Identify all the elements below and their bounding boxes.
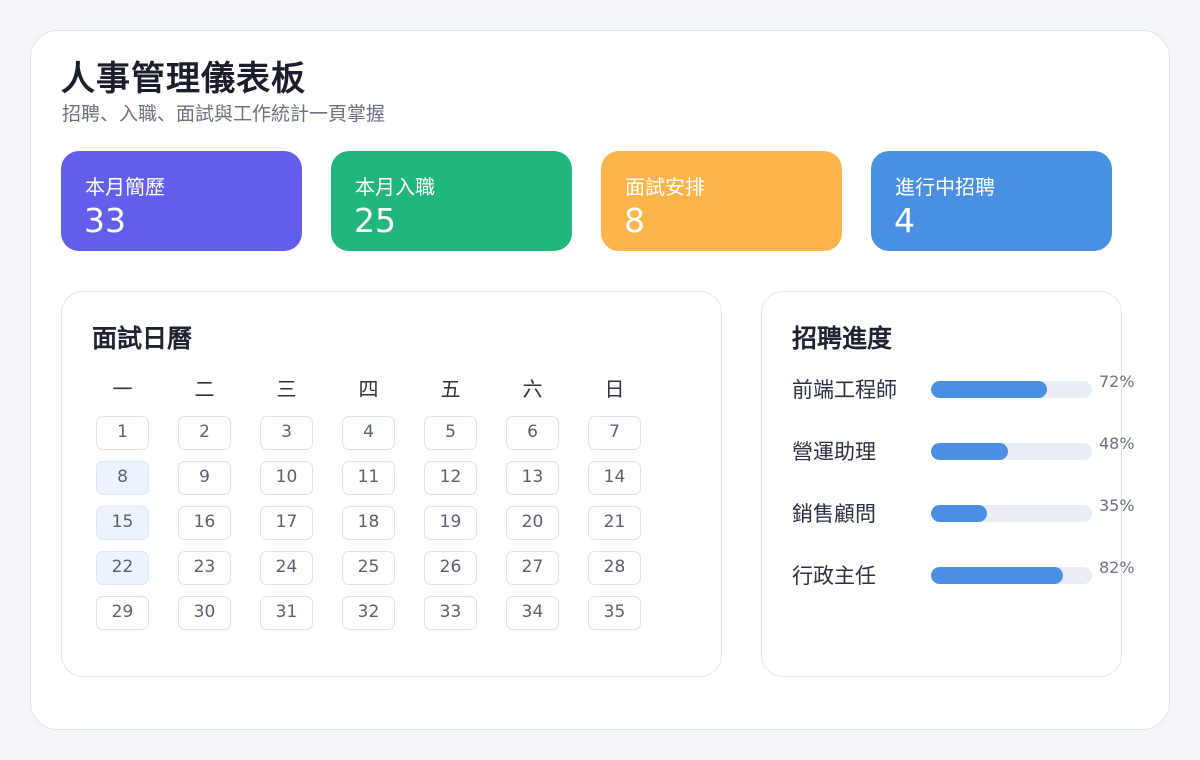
calendar-day[interactable]: 15 [96,506,149,540]
calendar-day[interactable]: 18 [342,506,395,540]
stat-card-resumes[interactable]: 本月簡歷 33 [61,151,302,251]
calendar-day[interactable]: 9 [178,461,231,495]
stat-label: 面試安排 [625,175,705,199]
stat-value: 25 [354,201,396,240]
stat-label: 本月簡歷 [85,175,165,199]
calendar-day[interactable]: 4 [342,416,395,450]
stat-label: 進行中招聘 [895,175,995,199]
job-title: 行政主任 [792,564,876,588]
stat-card-open-positions[interactable]: 進行中招聘 4 [871,151,1112,251]
progress-bar [931,381,1092,398]
calendar-day[interactable]: 10 [260,461,313,495]
calendar-day[interactable]: 30 [178,596,231,630]
calendar-day[interactable]: 34 [506,596,559,630]
interview-calendar-panel: 面試日曆 一二三四五六日 1 2 3 4 5 6 7 8 9 10 11 12 13 14 15 16 17 18 1… [61,291,722,677]
page-title: 人事管理儀表板 [61,59,306,99]
stat-card-onboarding[interactable]: 本月入職 25 [331,151,572,251]
stat-label: 本月入職 [355,175,435,199]
page-subtitle: 招聘、入職、面試與工作統計一頁掌握 [62,103,386,125]
calendar-day[interactable]: 33 [424,596,477,630]
calendar-day[interactable]: 26 [424,551,477,585]
calendar-day[interactable]: 1 [96,416,149,450]
progress-bar-fill [931,443,1009,460]
calendar-day[interactable]: 32 [342,596,395,630]
recruitment-title: 招聘進度 [792,324,893,353]
calendar-day[interactable]: 16 [178,506,231,540]
job-title: 銷售顧問 [792,502,876,526]
progress-bar [931,505,1092,522]
calendar-day[interactable]: 20 [506,506,559,540]
progress-percent: 48% [1099,434,1135,453]
job-title: 前端工程師 [792,378,897,402]
weekday-label: 三 [276,377,297,401]
weekday-label: 日 [604,377,625,401]
progress-bar [931,443,1092,460]
calendar-day[interactable]: 31 [260,596,313,630]
calendar-day[interactable]: 24 [260,551,313,585]
calendar-day[interactable]: 8 [96,461,149,495]
calendar-day[interactable]: 29 [96,596,149,630]
weekday-label: 六 [522,377,543,401]
progress-percent: 35% [1099,496,1135,515]
calendar-day[interactable]: 21 [588,506,641,540]
calendar-title: 面試日曆 [92,324,193,353]
dashboard-card: 人事管理儀表板 招聘、入職、面試與工作統計一頁掌握 本月簡歷 33 本月入職 2… [30,30,1170,730]
calendar-day[interactable]: 35 [588,596,641,630]
job-title: 營運助理 [792,440,876,464]
calendar-day[interactable]: 22 [96,551,149,585]
progress-bar-fill [931,567,1064,584]
calendar-day[interactable]: 11 [342,461,395,495]
calendar-day[interactable]: 5 [424,416,477,450]
weekday-label: 一 [112,377,133,401]
stat-value: 33 [84,201,126,240]
progress-percent: 82% [1099,558,1135,577]
calendar-day[interactable]: 28 [588,551,641,585]
calendar-day[interactable]: 14 [588,461,641,495]
stat-value: 4 [894,201,915,240]
stat-card-interviews[interactable]: 面試安排 8 [601,151,842,251]
calendar-day[interactable]: 2 [178,416,231,450]
calendar-day[interactable]: 19 [424,506,477,540]
calendar-day[interactable]: 12 [424,461,477,495]
calendar-day[interactable]: 7 [588,416,641,450]
stat-value: 8 [624,201,645,240]
progress-bar-fill [931,505,988,522]
calendar-day[interactable]: 23 [178,551,231,585]
weekday-label: 二 [194,377,215,401]
weekday-label: 四 [358,377,379,401]
calendar-day[interactable]: 17 [260,506,313,540]
calendar-day[interactable]: 3 [260,416,313,450]
weekday-label: 五 [440,377,461,401]
calendar-day[interactable]: 27 [506,551,559,585]
calendar-day[interactable]: 25 [342,551,395,585]
recruitment-progress-panel: 招聘進度 前端工程師 72% 營運助理 48% 銷售顧問 35% 行政主任 82% [761,291,1135,677]
progress-bar [931,567,1092,584]
progress-percent: 72% [1099,372,1135,391]
calendar-day[interactable]: 13 [506,461,559,495]
progress-bar-fill [931,381,1047,398]
calendar-day[interactable]: 6 [506,416,559,450]
